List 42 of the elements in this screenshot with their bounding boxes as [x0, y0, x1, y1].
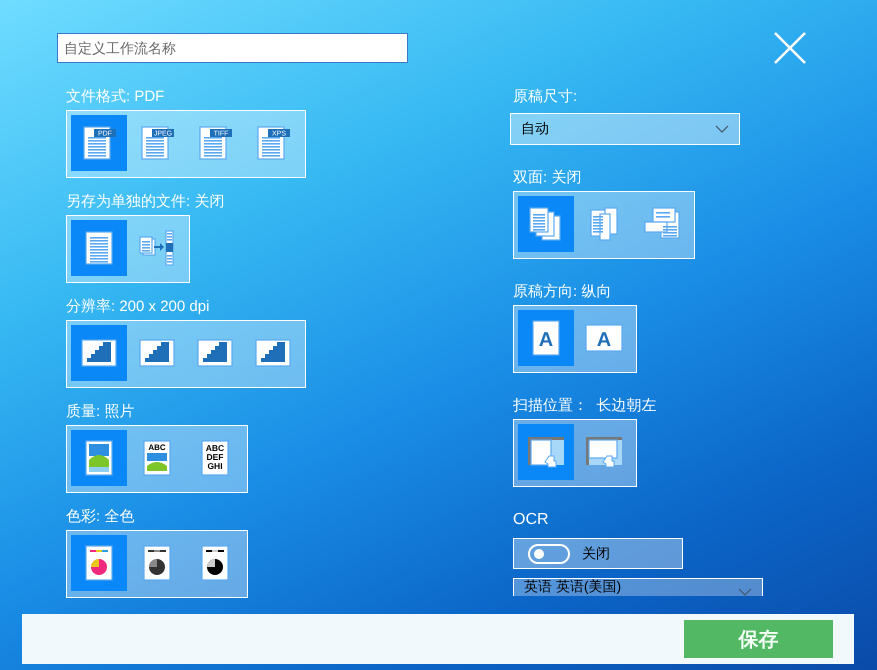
pie-chart-icon [143, 545, 171, 581]
option-label: 扫描位置： 长边朝左 [513, 396, 656, 416]
scanner-hand-icon [585, 436, 623, 468]
staircase-icon [255, 339, 291, 367]
option-button[interactable]: A [518, 310, 574, 366]
option-label: 文件格式: PDF [66, 87, 164, 107]
book-pages-icon [589, 206, 619, 242]
dropdown[interactable]: 自动 [510, 113, 740, 145]
pie-chart-icon [201, 545, 229, 581]
dropdown[interactable]: 英语 英语(美国) [513, 578, 763, 596]
workflow-name-field[interactable]: 自定义工作流名称 [57, 33, 408, 63]
icon-text: ABC [148, 443, 166, 452]
option-button[interactable]: ABC DEF GHI [187, 430, 243, 486]
switch-track[interactable] [528, 544, 570, 564]
option-label: 双面: 关闭 [513, 168, 582, 188]
option-button[interactable]: A [576, 310, 632, 366]
option-label: 原稿方向: 纵向 [513, 282, 612, 302]
close-icon [773, 31, 807, 65]
option-button[interactable]: ABC [129, 430, 185, 486]
split-document-icon [139, 230, 175, 266]
option-label: 质量: 照片 [66, 402, 134, 422]
close-button[interactable] [773, 31, 807, 65]
landscape-photo-icon [85, 440, 113, 476]
ocr-toggle[interactable]: 关闭 [513, 538, 683, 569]
document-icon [84, 230, 114, 266]
icon-text: DEF [206, 452, 224, 462]
option-label: 另存为单独的文件: 关闭 [66, 192, 224, 212]
field-label: 原稿尺寸: [513, 87, 578, 107]
icon-text: A [596, 329, 612, 351]
chevron-down-icon [738, 588, 752, 596]
option-label: 色彩: 全色 [66, 507, 134, 527]
field-label: OCR [513, 510, 549, 530]
staircase-icon [139, 339, 175, 367]
staircase-icon [197, 339, 233, 367]
pie-chart-icon [85, 545, 113, 581]
icon-text: ABC [206, 443, 224, 453]
staircase-icon [81, 339, 117, 367]
chevron-down-icon [715, 125, 729, 133]
icon-text: GHI [207, 461, 223, 471]
option-label: 分辨率: 200 x 200 dpi [66, 297, 210, 317]
icon-text: A [538, 329, 554, 351]
scanner-hand-icon [527, 436, 565, 468]
